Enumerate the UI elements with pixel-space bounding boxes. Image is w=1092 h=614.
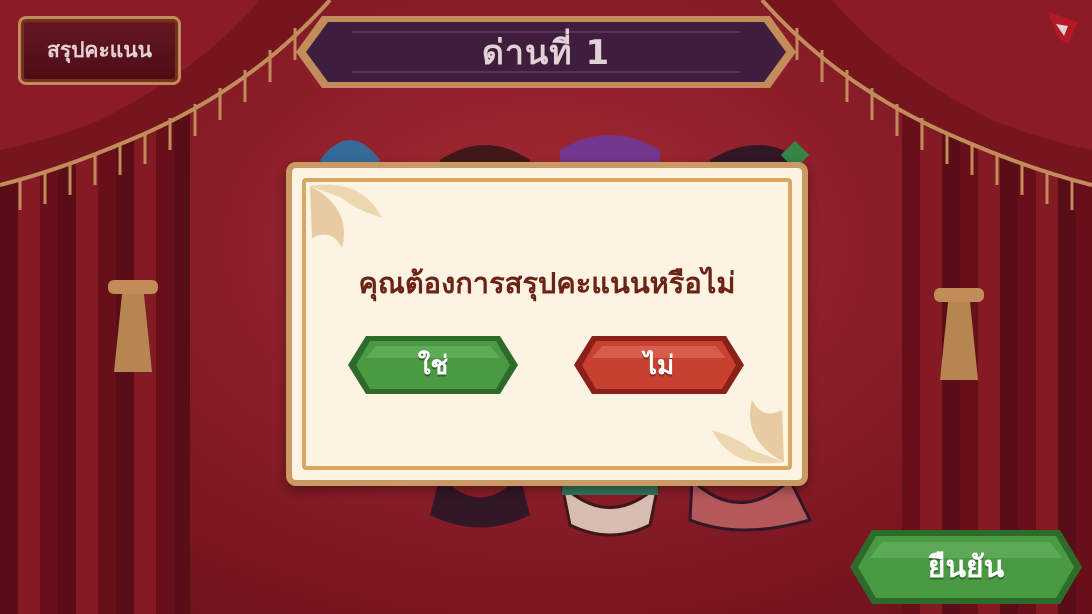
confirm-dialog: คุณต้องการสรุปคะแนนหรือไม่: [286, 162, 808, 486]
dialog-message: คุณต้องการสรุปคะแนนหรือไม่: [358, 266, 736, 300]
confirm-label: ยืนยัน: [927, 549, 1005, 585]
confirm-button[interactable]: ยืนยัน: [848, 526, 1084, 608]
no-label: ไม่: [643, 350, 675, 381]
yes-button[interactable]: ใช่: [346, 332, 520, 398]
no-button[interactable]: ไม่: [572, 332, 746, 398]
yes-label: ใช่: [417, 350, 449, 381]
dialog-frame: [302, 178, 792, 470]
